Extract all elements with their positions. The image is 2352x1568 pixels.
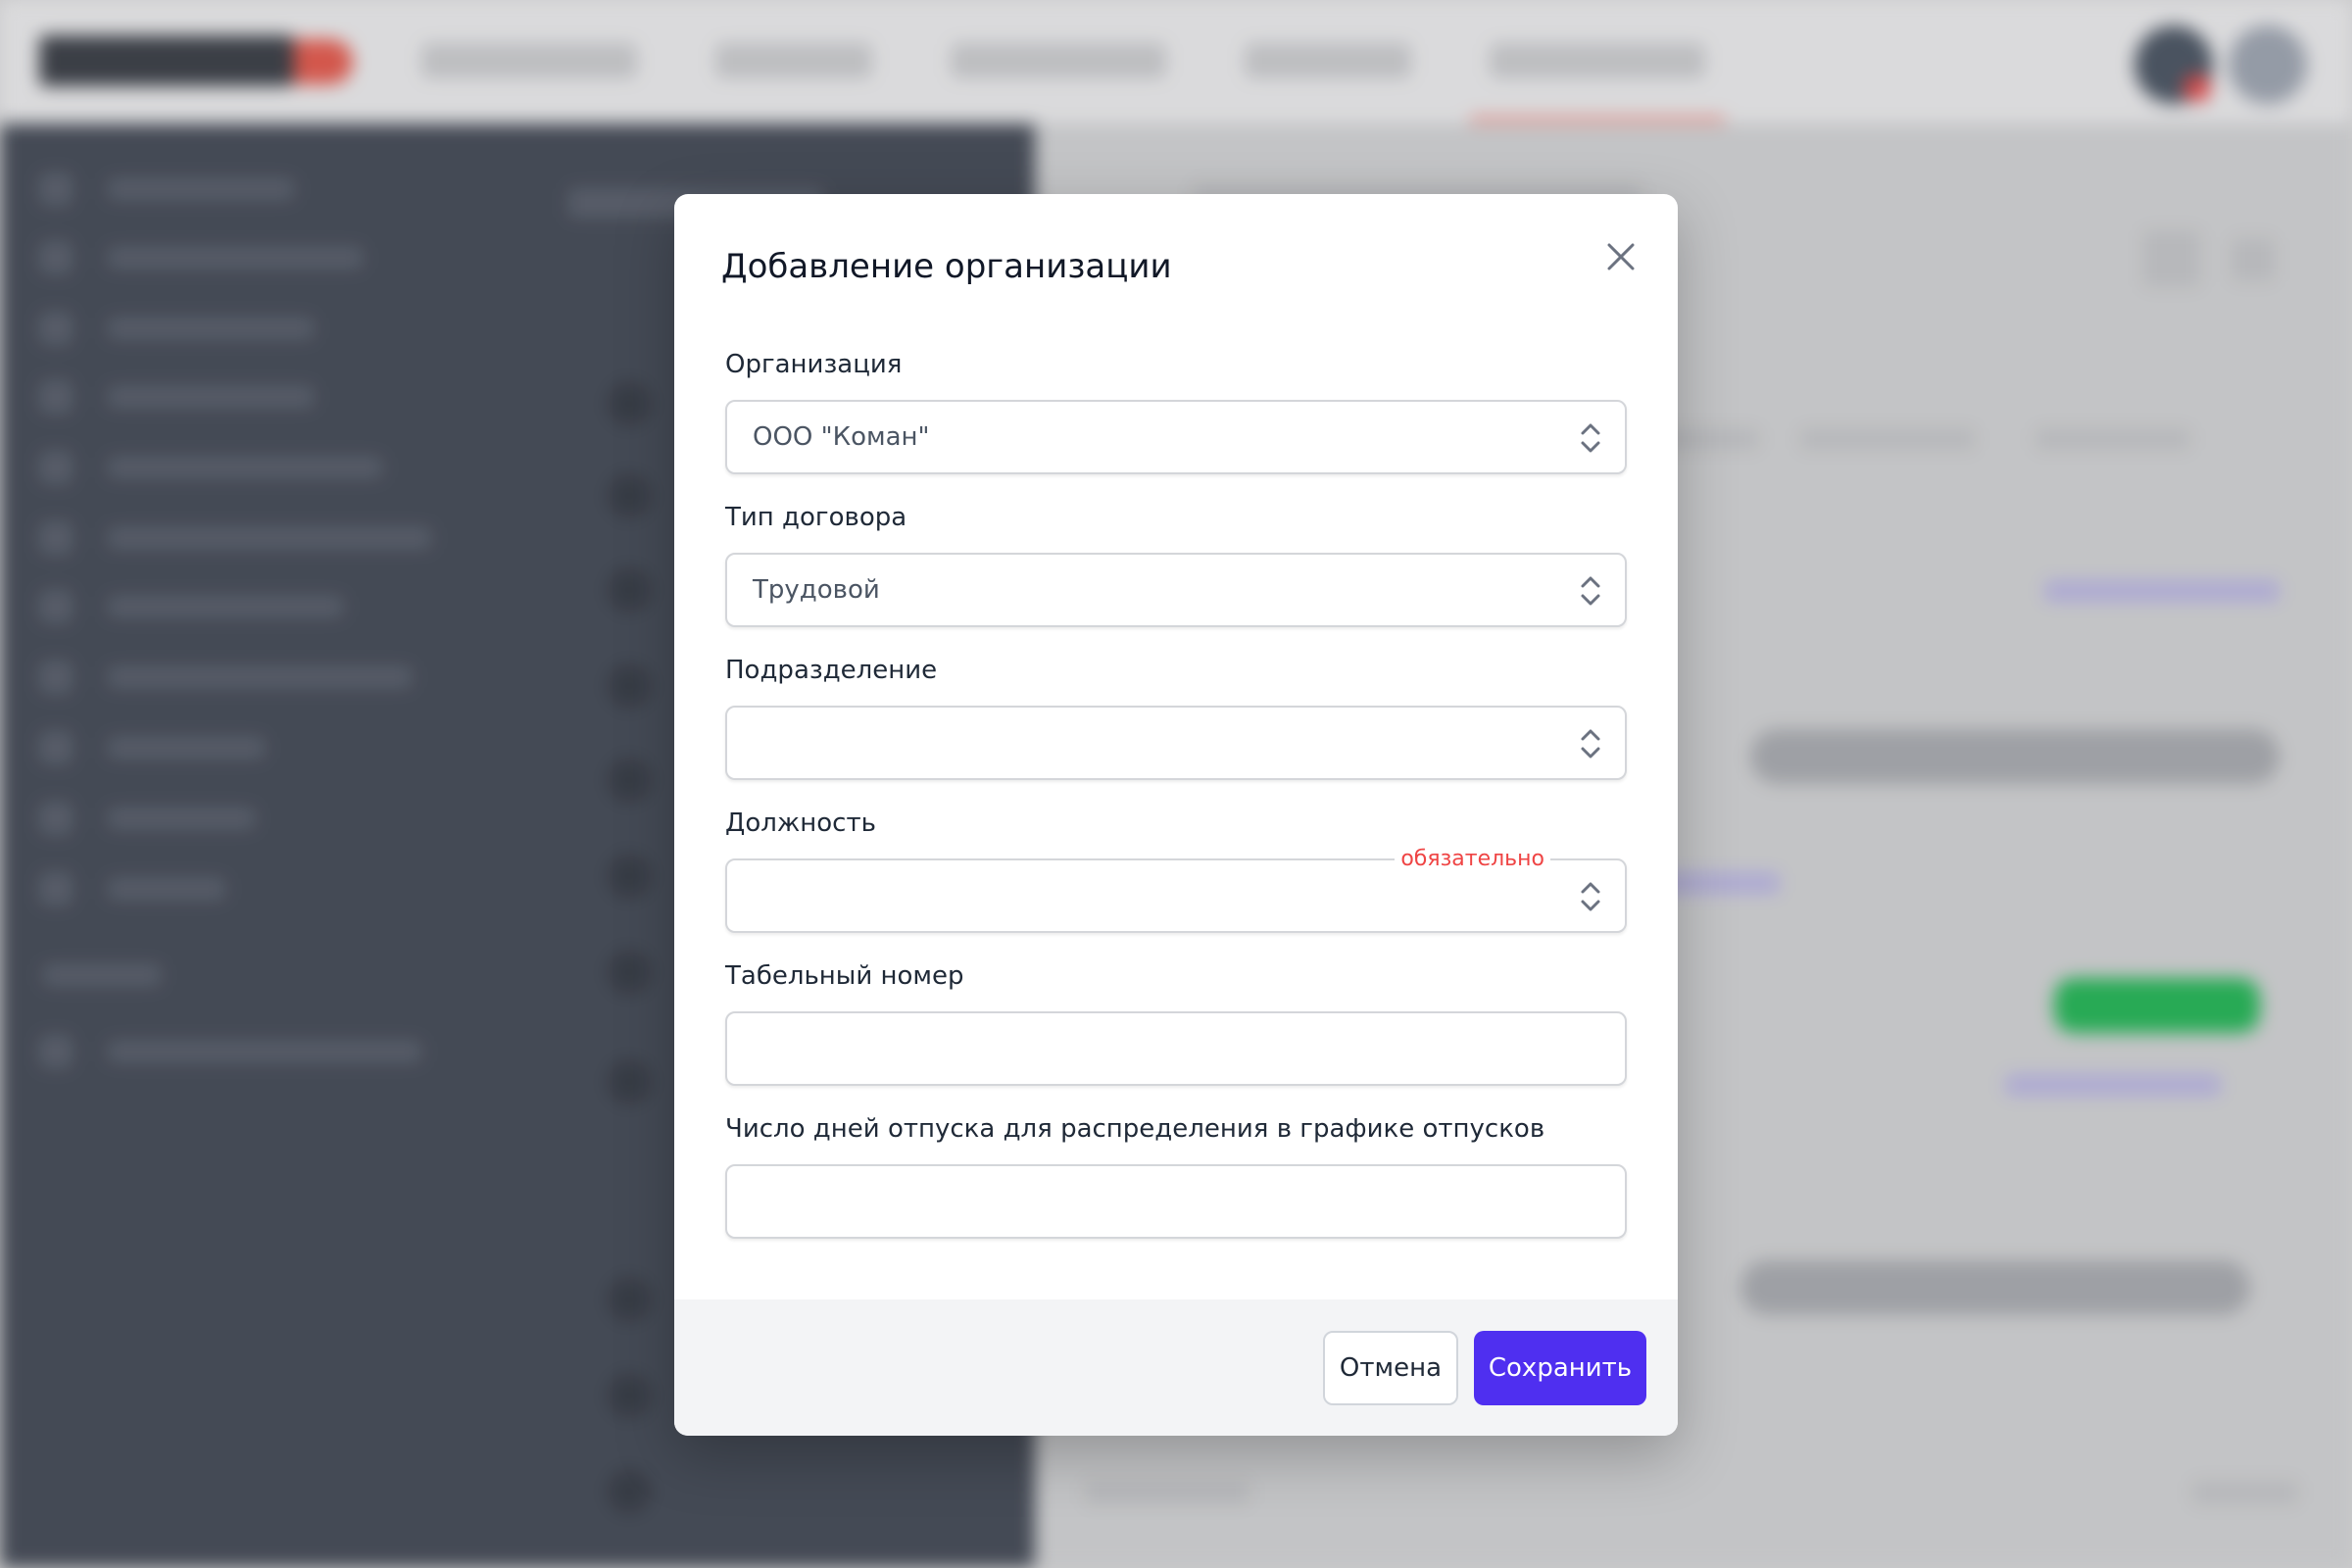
select-chevron-icon (1581, 882, 1600, 911)
position-select[interactable]: обязательно (725, 845, 1627, 933)
field-label: Подразделение (725, 656, 938, 685)
select-chevron-icon (1581, 576, 1600, 606)
dialog-title: Добавление организации (721, 247, 1172, 286)
select-value: Трудовой (753, 575, 880, 605)
select-chevron-icon (1581, 729, 1600, 759)
select-value: ООО "Коман" (753, 422, 930, 452)
cancel-button[interactable]: Отмена (1323, 1331, 1458, 1405)
required-hint: обязательно (1395, 845, 1550, 874)
organization-select[interactable]: ООО "Коман" (725, 400, 1627, 474)
close-button[interactable] (1601, 237, 1641, 276)
field-label: Табельный номер (725, 961, 964, 991)
field-organization: Организация ООО "Коман" (725, 345, 1627, 474)
close-icon (1607, 243, 1635, 270)
department-select[interactable] (725, 706, 1627, 780)
field-department: Подразделение (725, 651, 1627, 780)
field-label: Организация (725, 350, 903, 379)
add-organization-dialog: Добавление организации Организация ООО "… (674, 194, 1678, 1436)
field-label: Должность (725, 808, 876, 838)
field-contract-type: Тип договора Трудовой (725, 498, 1627, 627)
select-chevron-icon (1581, 423, 1600, 453)
save-button[interactable]: Сохранить (1474, 1331, 1646, 1405)
field-personnel-number: Табельный номер (725, 956, 1627, 1086)
field-position: Должность обязательно (725, 804, 1627, 933)
field-vacation-days: Число дней отпуска для распределения в г… (725, 1109, 1627, 1239)
personnel-number-input[interactable] (725, 1011, 1627, 1086)
vacation-days-input[interactable] (725, 1164, 1627, 1239)
field-label: Тип договора (725, 503, 907, 532)
contract-type-select[interactable]: Трудовой (725, 553, 1627, 627)
field-label: Число дней отпуска для распределения в г… (725, 1114, 1545, 1144)
dialog-footer: Отмена Сохранить (674, 1299, 1678, 1436)
